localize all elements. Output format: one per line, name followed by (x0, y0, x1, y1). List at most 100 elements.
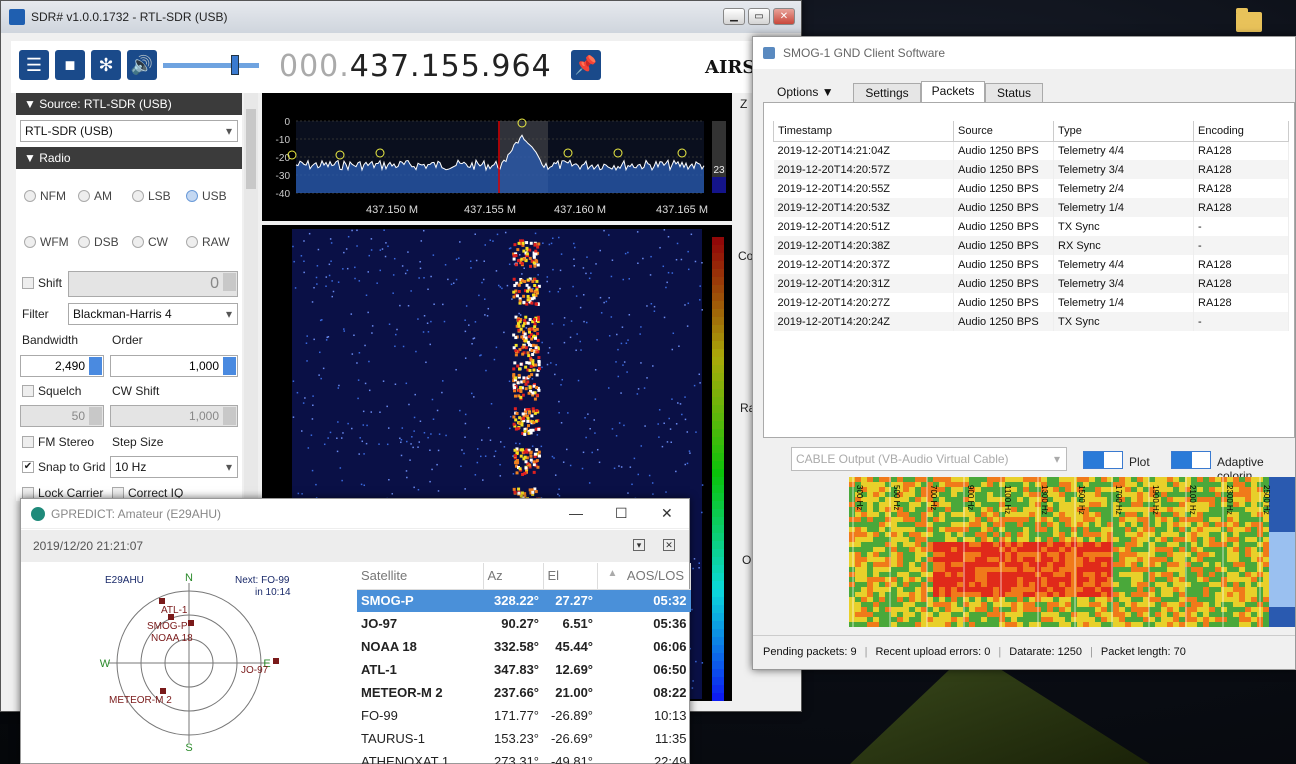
audio-cell (915, 582, 921, 587)
noise-dot (699, 285, 701, 287)
col-source[interactable]: Source (953, 121, 1054, 142)
table-row[interactable]: 2019-12-20T14:20:53Z Audio 1250 BPS Teleme… (773, 198, 1289, 217)
audio-cell (1053, 492, 1059, 497)
tab-status[interactable]: Status (985, 83, 1043, 103)
table-row[interactable]: 2019-12-20T14:20:51Z Audio 1250 BPS TX Syn… (773, 217, 1289, 236)
col-aoslos[interactable]: ▲ AOS/LOS (597, 563, 691, 590)
fmstereo-checkbox[interactable]: FM Stereo (22, 435, 94, 449)
maximize-button[interactable]: ☐ (615, 505, 628, 522)
shift-input[interactable]: 0 (68, 271, 238, 297)
noise-dot (427, 288, 429, 291)
mode-radio-lsb[interactable]: LSB (132, 189, 171, 203)
noise-dot (356, 362, 358, 364)
satellite-row[interactable]: METEOR-M 2 237.66° 21.00° 08:22 (357, 681, 691, 704)
snap-checkbox[interactable]: ✔ Snap to Grid (22, 460, 105, 474)
polar-view[interactable]: NSEWE29AHU Next: FO-99in 10:14ATL-1SMOG-P… (41, 565, 341, 764)
table-row[interactable]: 2019-12-20T14:20:27Z Audio 1250 BPS Teleme… (773, 293, 1289, 312)
col-type[interactable]: Type (1053, 121, 1194, 142)
radio-section-header[interactable]: ▼ Radio (16, 147, 242, 169)
stop-icon[interactable]: ■ (55, 50, 85, 80)
order-input[interactable]: 1,000 (110, 355, 238, 377)
source-select[interactable]: RTL-SDR (USB) (20, 120, 238, 142)
cwshift-input[interactable]: 1,000 (110, 405, 238, 427)
adaptive-toggle[interactable] (1171, 451, 1211, 469)
smog-titlebar[interactable]: SMOG-1 GND Client Software (753, 37, 1295, 69)
minimize-button[interactable]: — (569, 505, 583, 521)
noise-dot (662, 265, 665, 268)
mode-radio-am[interactable]: AM (78, 189, 112, 203)
table-row[interactable]: 2019-12-20T14:20:31Z Audio 1250 BPS Teleme… (773, 274, 1289, 293)
volume-slider[interactable] (163, 51, 259, 81)
satellite-row[interactable]: JO-97 90.27° 6.51° 05:36 (357, 612, 691, 635)
tab-settings[interactable]: Settings (853, 83, 921, 103)
module-menu-icon[interactable]: ▾ (633, 539, 645, 551)
signal-burst (527, 391, 531, 395)
gear-icon[interactable]: ✻ (91, 50, 121, 80)
table-row[interactable]: 2019-12-20T14:20:38Z Audio 1250 BPS RX Syn… (773, 236, 1289, 255)
close-button[interactable]: ✕ (773, 8, 795, 25)
source-section-header[interactable]: ▼ Source: RTL-SDR (USB) (16, 93, 242, 115)
menu-icon[interactable]: ☰ (19, 50, 49, 80)
satellite-row[interactable]: ATHENOXAT 1 273.31° -49.81° 22:49 (357, 750, 691, 764)
close-button[interactable]: ✕ (661, 505, 673, 522)
squelch-input[interactable]: 50 (20, 405, 104, 427)
mode-radio-dsb[interactable]: DSB (78, 235, 119, 249)
audio-output-select[interactable]: CABLE Output (VB-Audio Virtual Cable) (791, 447, 1067, 471)
satellite-row[interactable]: NOAA 18 332.58° 45.44° 06:06 (357, 635, 691, 658)
bandwidth-input[interactable]: 2,490 (20, 355, 104, 377)
audio-cell (849, 542, 855, 547)
filter-select[interactable]: Blackman-Harris 4 (68, 303, 238, 325)
table-row[interactable]: 2019-12-20T14:20:57Z Audio 1250 BPS Teleme… (773, 160, 1289, 179)
tab-packets[interactable]: Packets (921, 81, 985, 103)
audio-cell (969, 617, 975, 622)
mode-radio-raw[interactable]: RAW (186, 235, 230, 249)
audio-cell (1083, 552, 1089, 557)
audio-cell (873, 487, 879, 492)
signal-burst (527, 361, 531, 365)
speaker-icon[interactable]: 🔊 (127, 50, 157, 80)
table-row[interactable]: 2019-12-20T14:21:04Z Audio 1250 BPS Teleme… (773, 141, 1289, 160)
sdr-titlebar[interactable]: SDR# v1.0.0.1732 - RTL-SDR (USB) ▁ ▭ ✕ (1, 1, 801, 33)
col-timestamp[interactable]: Timestamp (773, 121, 954, 142)
audio-cell (1227, 517, 1233, 522)
minimize-button[interactable]: ▁ (723, 8, 745, 25)
audio-cell (957, 522, 963, 527)
mode-radio-cw[interactable]: CW (132, 235, 168, 249)
satellite-row[interactable]: FO-99 171.77° -26.89° 10:13 (357, 704, 691, 727)
audio-cell (921, 512, 927, 517)
plot-toggle[interactable] (1083, 451, 1123, 469)
col-az[interactable]: Az (483, 563, 544, 590)
satellite-row[interactable]: ATL-1 347.83° 12.69° 06:50 (357, 658, 691, 681)
stepsize-select[interactable]: 10 Hz (110, 456, 238, 478)
options-menu[interactable]: Options ▼ (777, 85, 834, 99)
col-satellite[interactable]: Satellite (357, 563, 484, 590)
frequency-display[interactable]: 000.437.155.964 (279, 49, 552, 84)
squelch-checkbox[interactable]: Squelch (22, 384, 81, 398)
shift-checkbox[interactable]: Shift (22, 276, 62, 290)
audio-cell (1209, 587, 1215, 592)
col-el[interactable]: El (543, 563, 598, 590)
noise-dot (671, 272, 674, 274)
satellite-row[interactable]: SMOG-P 328.22° 27.27° 05:32 (357, 589, 691, 612)
table-row[interactable]: 2019-12-20T14:20:24Z Audio 1250 BPS TX Syn… (773, 312, 1289, 331)
audio-cell (849, 487, 855, 492)
audio-cell (957, 577, 963, 582)
audio-cell (891, 577, 897, 582)
module-close-icon[interactable]: ✕ (663, 539, 675, 551)
table-row[interactable]: 2019-12-20T14:20:55Z Audio 1250 BPS Teleme… (773, 179, 1289, 198)
mode-radio-wfm[interactable]: WFM (24, 235, 69, 249)
table-row[interactable]: 2019-12-20T14:20:37Z Audio 1250 BPS Teleme… (773, 255, 1289, 274)
left-panel-scrollbar[interactable] (244, 93, 258, 501)
gpredict-titlebar[interactable]: GPREDICT: Amateur (E29AHU) — ☐ ✕ (21, 499, 689, 529)
satellite-row[interactable]: TAURUS-1 153.23° -26.69° 11:35 (357, 727, 691, 750)
mode-radio-usb[interactable]: USB (186, 189, 227, 203)
audio-cell (1179, 557, 1185, 562)
pin-icon[interactable]: 📌 (571, 50, 601, 80)
col-encoding[interactable]: Encoding (1193, 121, 1289, 142)
signal-burst (513, 490, 517, 494)
desktop-folder-icon[interactable] (1236, 8, 1262, 32)
mode-radio-nfm[interactable]: NFM (24, 189, 66, 203)
spectrum-display[interactable]: 0 -10 -20 -30 -40 437.150 M 437.155 M 437.160 M… (262, 93, 732, 221)
audio-cell (945, 477, 951, 482)
maximize-button[interactable]: ▭ (748, 8, 770, 25)
